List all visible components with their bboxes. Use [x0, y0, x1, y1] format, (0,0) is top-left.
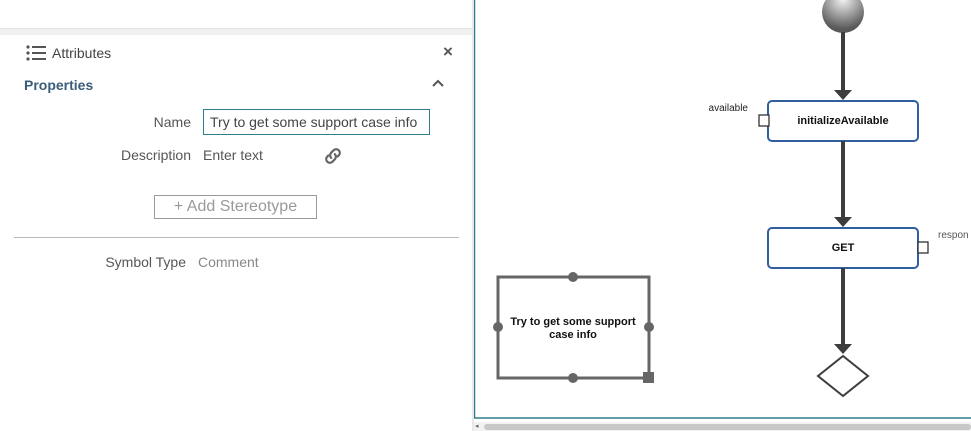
- panel-header: Attributes: [26, 43, 111, 63]
- resize-handle-right[interactable]: [644, 322, 654, 332]
- arrowhead-1: [834, 90, 852, 100]
- decision-node[interactable]: [816, 354, 870, 398]
- section-title-properties: Properties: [24, 77, 94, 93]
- description-label: Description: [120, 147, 191, 163]
- resize-handle-corner[interactable]: [643, 372, 654, 383]
- panel-separator-strip: [0, 29, 472, 35]
- comment-text-line-1: Try to get some support: [510, 316, 636, 328]
- symbol-type-label: Symbol Type: [105, 254, 186, 270]
- add-stereotype-button[interactable]: + Add Stereotype: [154, 195, 317, 219]
- response-port[interactable]: [917, 241, 929, 254]
- horizontal-scrollbar[interactable]: ◂: [474, 422, 971, 431]
- scroll-left-icon[interactable]: ◂: [475, 423, 483, 431]
- arrowhead-3: [834, 344, 852, 354]
- scrollbar-thumb[interactable]: [484, 424, 971, 430]
- arrowhead-2: [834, 217, 852, 227]
- response-port-label: respon: [938, 230, 969, 241]
- link-icon[interactable]: [322, 145, 344, 167]
- available-port[interactable]: [758, 114, 770, 127]
- panel-title: Attributes: [52, 45, 112, 61]
- panel-top-bar: [0, 0, 472, 29]
- attributes-panel: Attributes × Properties Name Description…: [0, 0, 472, 431]
- available-port-label: available: [709, 103, 749, 114]
- resize-handle-top[interactable]: [568, 272, 578, 282]
- comment-text-line-2: case info: [549, 329, 597, 341]
- get-node-label: GET: [832, 242, 855, 254]
- diagram-svg[interactable]: initializeAvailable available GET respon…: [474, 0, 971, 431]
- diagram-canvas[interactable]: initializeAvailable available GET respon…: [474, 0, 971, 431]
- name-label: Name: [153, 114, 191, 130]
- chevron-up-icon[interactable]: [430, 76, 446, 90]
- section-divider: [14, 237, 459, 238]
- resize-handle-left[interactable]: [493, 322, 503, 332]
- symbol-type-value: Comment: [198, 254, 259, 270]
- initialize-available-label: initializeAvailable: [797, 115, 888, 127]
- description-field[interactable]: Enter text: [203, 147, 263, 163]
- close-icon[interactable]: ×: [440, 43, 456, 60]
- initial-node[interactable]: [822, 0, 864, 33]
- resize-handle-bottom[interactable]: [568, 373, 578, 383]
- list-icon: [26, 45, 46, 61]
- name-input[interactable]: [203, 109, 430, 135]
